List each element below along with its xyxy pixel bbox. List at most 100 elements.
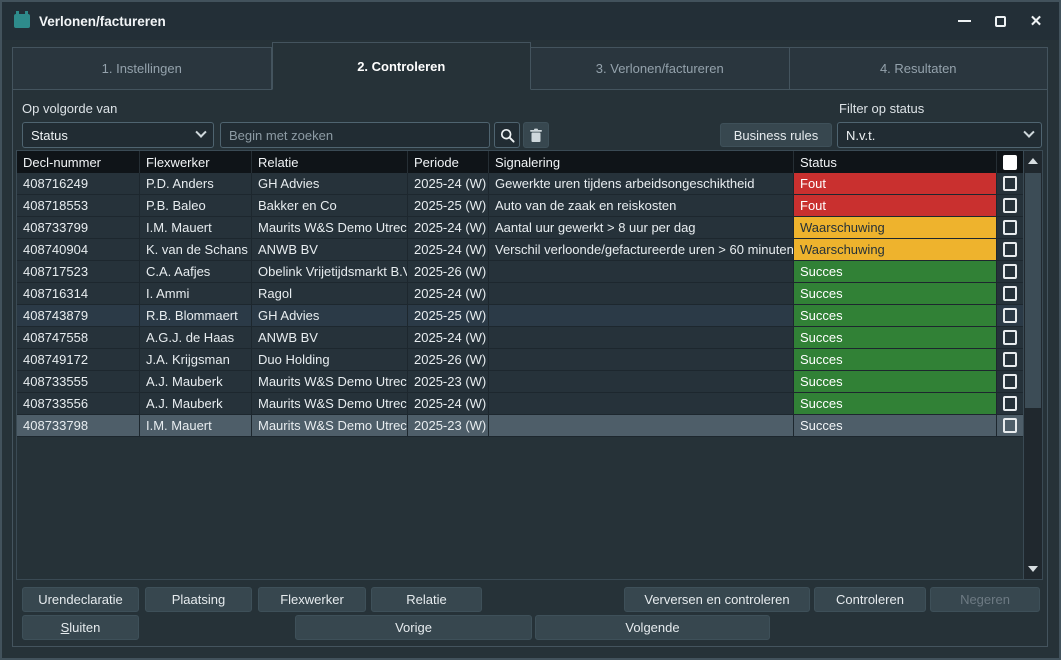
cell-relatie: ANWB BV: [251, 327, 407, 348]
cell-status-badge: Fout: [793, 195, 996, 216]
row-checkbox[interactable]: [1003, 352, 1017, 367]
table-row[interactable]: 408749172 J.A. Krijgsman Duo Holding 202…: [17, 349, 1042, 371]
sort-order-select[interactable]: Status: [22, 122, 214, 148]
minimize-icon: [958, 20, 971, 22]
cell-flexwerker: J.A. Krijgsman: [139, 349, 251, 370]
cell-decl-nummer: 408716249: [17, 173, 139, 194]
cell-periode: 2025-23 (W): [407, 371, 488, 392]
sort-order-value: Status: [31, 128, 68, 143]
table-row[interactable]: 408716249 P.D. Anders GH Advies 2025-24 …: [17, 173, 1042, 195]
row-checkbox[interactable]: [1003, 330, 1017, 345]
table-row[interactable]: 408716314 I. Ammi Ragol 2025-24 (W) Succ…: [17, 283, 1042, 305]
controleren-button[interactable]: Controleren: [814, 587, 926, 612]
cell-checkbox: [996, 393, 1023, 414]
business-rules-button[interactable]: Business rules: [720, 123, 832, 147]
row-checkbox[interactable]: [1003, 418, 1017, 433]
table-row[interactable]: 408717523 C.A. Aafjes Obelink Vrijetijds…: [17, 261, 1042, 283]
volgende-button[interactable]: Volgende: [535, 615, 770, 640]
flexwerker-button[interactable]: Flexwerker: [258, 587, 366, 612]
cell-decl-nummer: 408733555: [17, 371, 139, 392]
urendeclaratie-button[interactable]: Urendeclaratie: [22, 587, 139, 612]
cell-relatie: Maurits W&S Demo Utrec...: [251, 393, 407, 414]
declarations-table: Decl-nummer Flexwerker Relatie Periode S…: [16, 150, 1043, 580]
select-all-checkbox[interactable]: [1003, 155, 1017, 170]
maximize-button[interactable]: [985, 8, 1015, 34]
scroll-down-icon: [1028, 566, 1038, 572]
controleren-label: Controleren: [836, 592, 904, 607]
cell-flexwerker: I. Ammi: [139, 283, 251, 304]
column-header-status[interactable]: Status: [793, 151, 996, 173]
verversen-en-controleren-button[interactable]: Verversen en controleren: [624, 587, 810, 612]
table-row[interactable]: 408733799 I.M. Mauert Maurits W&S Demo U…: [17, 217, 1042, 239]
cell-checkbox: [996, 283, 1023, 304]
row-checkbox[interactable]: [1003, 220, 1017, 235]
wizard-tabs: 1. Instellingen 2. Controleren 3. Verlon…: [12, 42, 1048, 90]
scroll-down-button[interactable]: [1024, 561, 1042, 577]
plaatsing-button[interactable]: Plaatsing: [145, 587, 252, 612]
column-header-flexwerker[interactable]: Flexwerker: [139, 151, 251, 173]
row-checkbox[interactable]: [1003, 396, 1017, 411]
row-checkbox[interactable]: [1003, 198, 1017, 213]
column-header-signalering[interactable]: Signalering: [488, 151, 793, 173]
cell-periode: 2025-24 (W): [407, 283, 488, 304]
table-row[interactable]: 408733556 A.J. Mauberk Maurits W&S Demo …: [17, 393, 1042, 415]
cell-flexwerker: I.M. Mauert: [139, 415, 251, 436]
minimize-button[interactable]: [949, 8, 979, 34]
cell-signalering: [488, 371, 793, 392]
relatie-button[interactable]: Relatie: [371, 587, 482, 612]
table-row[interactable]: 408718553 P.B. Baleo Bakker en Co 2025-2…: [17, 195, 1042, 217]
cell-status-badge: Succes: [793, 371, 996, 392]
sluiten-button[interactable]: Sluiten: [22, 615, 139, 640]
table-row[interactable]: 408733798 I.M. Mauert Maurits W&S Demo U…: [17, 415, 1042, 437]
cell-signalering: [488, 283, 793, 304]
tab-instellingen[interactable]: 1. Instellingen: [12, 47, 272, 90]
cell-flexwerker: A.G.J. de Haas: [139, 327, 251, 348]
table-row[interactable]: 408747558 A.G.J. de Haas ANWB BV 2025-24…: [17, 327, 1042, 349]
window-title: Verlonen/factureren: [39, 14, 166, 29]
search-input[interactable]: [220, 122, 490, 148]
tab-resultaten[interactable]: 4. Resultaten: [790, 47, 1049, 90]
cell-checkbox: [996, 173, 1023, 194]
table-body: 408716249 P.D. Anders GH Advies 2025-24 …: [17, 173, 1042, 437]
table-row[interactable]: 408743879 R.B. Blommaert GH Advies 2025-…: [17, 305, 1042, 327]
app-window: Verlonen/factureren ✕ 1. Instellingen 2.…: [0, 0, 1061, 660]
table-header-row: Decl-nummer Flexwerker Relatie Periode S…: [17, 151, 1042, 173]
search-button[interactable]: [494, 122, 520, 148]
row-checkbox[interactable]: [1003, 308, 1017, 323]
cell-signalering: Auto van de zaak en reiskosten: [488, 195, 793, 216]
cell-signalering: [488, 305, 793, 326]
row-checkbox[interactable]: [1003, 286, 1017, 301]
table-row[interactable]: 408733555 A.J. Mauberk Maurits W&S Demo …: [17, 371, 1042, 393]
select-all-cell: [996, 151, 1023, 173]
verversen-label: Verversen en controleren: [644, 592, 789, 607]
scroll-up-button[interactable]: [1024, 153, 1042, 169]
close-button[interactable]: ✕: [1021, 8, 1051, 34]
cell-relatie: GH Advies: [251, 305, 407, 326]
row-checkbox[interactable]: [1003, 176, 1017, 191]
row-checkbox[interactable]: [1003, 242, 1017, 257]
cell-signalering: Verschil verloonde/gefactureerde uren > …: [488, 239, 793, 260]
column-header-relatie[interactable]: Relatie: [251, 151, 407, 173]
filter-status-select[interactable]: N.v.t.: [837, 122, 1042, 148]
cell-checkbox: [996, 217, 1023, 238]
cell-periode: 2025-23 (W): [407, 415, 488, 436]
volgende-label: Volgende: [625, 620, 679, 635]
tab-controleren[interactable]: 2. Controleren: [272, 42, 532, 90]
scrollbar-thumb[interactable]: [1025, 173, 1041, 408]
vorige-button[interactable]: Vorige: [295, 615, 532, 640]
chevron-down-icon: [195, 127, 206, 138]
clear-search-button[interactable]: [523, 122, 549, 148]
cell-signalering: [488, 393, 793, 414]
cell-flexwerker: P.D. Anders: [139, 173, 251, 194]
vertical-scrollbar[interactable]: [1023, 151, 1042, 579]
column-header-decl-nummer[interactable]: Decl-nummer: [17, 151, 139, 173]
cell-relatie: Duo Holding: [251, 349, 407, 370]
row-checkbox[interactable]: [1003, 374, 1017, 389]
table-row[interactable]: 408740904 K. van de Schans ANWB BV 2025-…: [17, 239, 1042, 261]
sort-order-label: Op volgorde van: [22, 101, 117, 117]
cell-decl-nummer: 408749172: [17, 349, 139, 370]
tab-verlonen-factureren[interactable]: 3. Verlonen/factureren: [531, 47, 790, 90]
cell-decl-nummer: 408743879: [17, 305, 139, 326]
row-checkbox[interactable]: [1003, 264, 1017, 279]
column-header-periode[interactable]: Periode: [407, 151, 488, 173]
